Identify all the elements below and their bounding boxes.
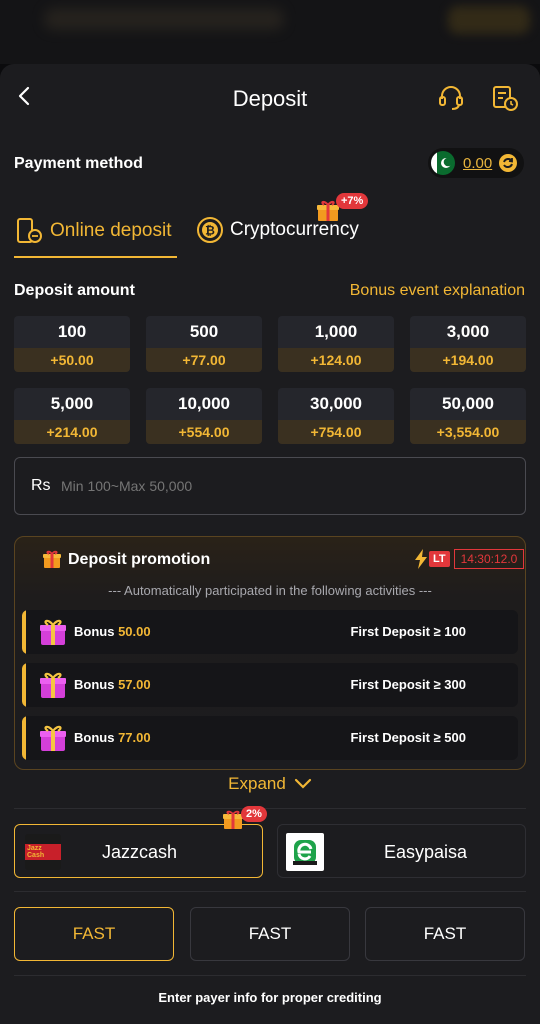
divider [14, 891, 526, 892]
expand-label: Expand [228, 774, 286, 793]
refresh-icon[interactable] [498, 153, 518, 173]
amount-value: 3,000 [446, 322, 490, 341]
easypaisa-logo-icon [293, 840, 317, 865]
divider [14, 808, 526, 809]
promotion-row: Bonus 57.00 First Deposit ≥ 300 [22, 663, 518, 707]
deposit-history-icon[interactable] [491, 84, 519, 112]
payer-info-note: Enter payer info for proper crediting [158, 990, 382, 1005]
promotion-row: Bonus 77.00 First Deposit ≥ 500 [22, 716, 518, 760]
payment-method-title: Payment method [14, 155, 143, 172]
amount-bonus: +50.00 [14, 348, 130, 372]
amount-option[interactable]: 1,000 +124.00 [278, 316, 394, 372]
amount-bonus: +124.00 [278, 348, 394, 372]
channel-fast-2[interactable]: FAST [190, 907, 350, 961]
lightning-icon [415, 549, 427, 569]
limited-time-indicator: LT 14:30:12.0 [414, 549, 525, 569]
amount-bonus: +214.00 [14, 420, 130, 444]
bonus-gift-icon [40, 619, 66, 645]
amount-value: 10,000 [178, 394, 230, 413]
amount-option[interactable]: 10,000 +554.00 [146, 388, 262, 444]
tab-cryptocurrency-label: Cryptocurrency [230, 219, 359, 240]
amount-value: 100 [57, 322, 87, 341]
deposit-promotion-title: Deposit promotion [68, 551, 211, 568]
chevron-down-icon [294, 778, 311, 789]
easypaisa-label: Easypaisa [383, 842, 468, 862]
row-accent-bar [22, 716, 26, 760]
pakistan-flag-icon [431, 151, 455, 175]
amount-option[interactable]: 5,000 +214.00 [14, 388, 130, 444]
customer-support-icon[interactable] [437, 84, 465, 112]
crypto-bonus-badge: +7% [336, 193, 369, 209]
amount-option[interactable]: 30,000 +754.00 [278, 388, 394, 444]
channel-fast-1[interactable]: FAST [14, 907, 174, 961]
channel-label: FAST [423, 924, 467, 943]
channel-label: FAST [72, 924, 116, 943]
bonus-condition: First Deposit ≥ 100 [350, 624, 466, 639]
amount-option[interactable]: 100 +50.00 [14, 316, 130, 372]
bonus-event-explanation-link[interactable]: Bonus event explanation [350, 282, 525, 300]
amount-value: 30,000 [310, 394, 362, 413]
bonus-gift-icon [40, 725, 66, 751]
row-accent-bar [22, 610, 26, 654]
amount-value: 1,000 [314, 322, 358, 341]
tab-online-deposit[interactable]: Online deposit [14, 216, 171, 246]
balance-pill: 0.00 [428, 148, 524, 178]
amount-option[interactable]: 50,000 +3,554.00 [410, 388, 526, 444]
jazzcash-label: Jazzcash [101, 842, 178, 862]
amount-bonus: +3,554.00 [410, 420, 526, 444]
amount-option[interactable]: 3,000 +194.00 [410, 316, 526, 372]
amount-bonus: +77.00 [146, 348, 262, 372]
bonus-condition: First Deposit ≥ 300 [350, 677, 466, 692]
deposit-amount-title: Deposit amount [14, 282, 135, 299]
deposit-amount-input[interactable] [61, 470, 501, 502]
easypaisa-logo [286, 833, 324, 871]
limited-time-tag: LT [429, 551, 450, 567]
promotion-row: Bonus 50.00 First Deposit ≥ 100 [22, 610, 518, 654]
payment-method-jazzcash[interactable]: Jazz Cash Jazzcash [14, 824, 263, 878]
active-tab-indicator [14, 256, 177, 258]
promotion-countdown: 14:30:12.0 [453, 549, 525, 569]
balance-value: 0.00 [463, 154, 493, 172]
channel-label: FAST [248, 924, 292, 943]
divider [14, 975, 526, 976]
mobile-deposit-icon [17, 218, 42, 243]
promotion-gift-icon [43, 550, 61, 568]
bitcoin-icon: ₿ [197, 217, 223, 243]
jazzcash-bonus-badge: 2% [241, 806, 267, 822]
currency-label: Rs [31, 477, 51, 494]
amount-value: 500 [189, 322, 219, 341]
payment-method-easypaisa[interactable]: Easypaisa [277, 824, 526, 878]
bonus-gift-icon [40, 672, 66, 698]
row-accent-bar [22, 663, 26, 707]
background-blurred-banner [44, 8, 284, 30]
bonus-condition: First Deposit ≥ 500 [350, 730, 466, 745]
background-blurred-button [448, 6, 530, 34]
amount-bonus: +194.00 [410, 348, 526, 372]
amount-value: 50,000 [442, 394, 494, 413]
bonus-label: Bonus 57.00 [74, 677, 151, 692]
tab-online-deposit-label: Online deposit [50, 220, 172, 241]
expand-button[interactable]: Expand [0, 774, 540, 794]
amount-bonus: +554.00 [146, 420, 262, 444]
amount-value: 5,000 [50, 394, 94, 413]
channel-fast-3[interactable]: FAST [365, 907, 525, 961]
promotion-subtitle: --- Automatically participated in the fo… [108, 583, 432, 598]
svg-text:₿: ₿ [205, 224, 215, 238]
bonus-label: Bonus 50.00 [74, 624, 151, 639]
bonus-label: Bonus 77.00 [74, 730, 151, 745]
amount-option[interactable]: 500 +77.00 [146, 316, 262, 372]
amount-bonus: +754.00 [278, 420, 394, 444]
deposit-amount-field[interactable]: Rs [14, 457, 526, 515]
